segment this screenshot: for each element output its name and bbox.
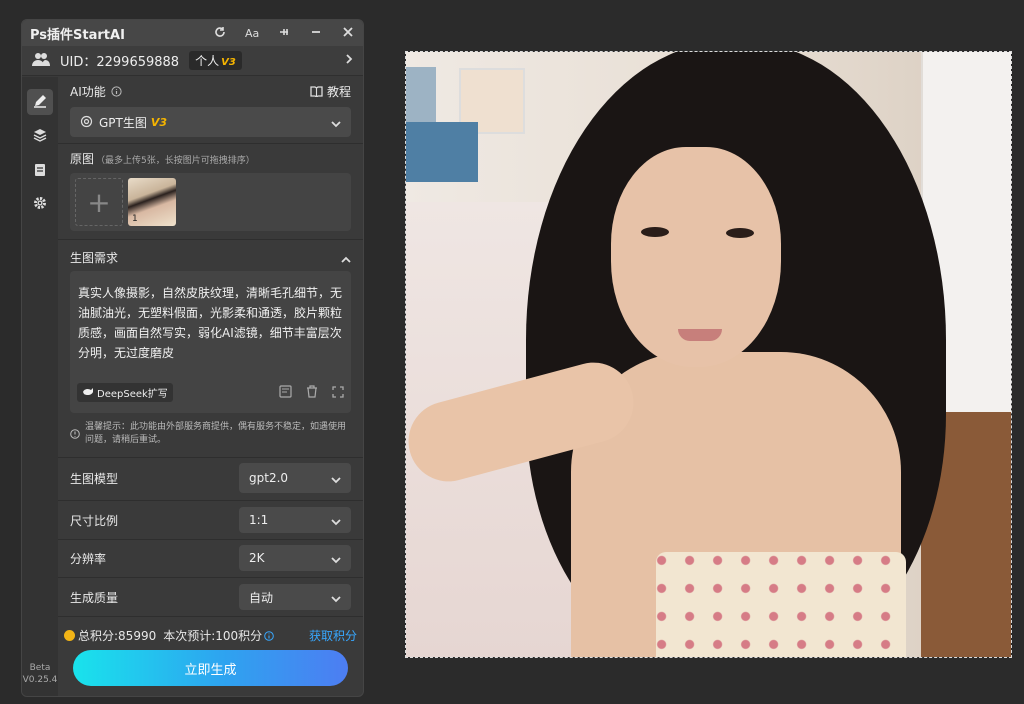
- prompt-text[interactable]: 真实人像摄影，自然皮肤纹理，清晰毛孔细节，无油腻油光，无塑料假面，光影柔和通透，…: [70, 271, 351, 383]
- thumbnail-index: 1: [132, 214, 138, 224]
- expand-icon[interactable]: [332, 383, 344, 402]
- ratio-select[interactable]: 1:1: [239, 507, 351, 533]
- resolution-value: 2K: [249, 551, 265, 565]
- quality-select[interactable]: 自动: [239, 584, 351, 610]
- beta-label: Beta: [29, 663, 51, 673]
- get-credits-link[interactable]: 获取积分: [309, 627, 357, 644]
- close-icon[interactable]: [341, 26, 355, 41]
- info-icon[interactable]: [111, 82, 122, 101]
- source-thumbnail[interactable]: 1: [128, 178, 176, 226]
- sparkle-icon: [80, 113, 93, 132]
- requirements-header[interactable]: 生图需求: [70, 249, 351, 265]
- chevron-up-icon[interactable]: [341, 248, 351, 267]
- chevron-down-icon: [331, 549, 341, 568]
- setting-row-resolution: 分辨率 2K: [70, 543, 351, 573]
- quality-value: 自动: [249, 590, 274, 605]
- version-info: Beta V0.25.4: [22, 662, 58, 686]
- prompt-actions: [279, 383, 344, 402]
- chevron-down-icon: [331, 113, 341, 132]
- ai-function-value: GPT生图: [99, 115, 147, 130]
- info-icon[interactable]: [264, 626, 274, 645]
- portrait-mouth: [678, 329, 722, 341]
- setting-label: 生成质量: [70, 590, 119, 605]
- main-area: AI功能 教程 GPT生图 V3 原图 （最多上传5张，长按图片可拖拽排序） + …: [58, 77, 363, 696]
- plan-badge: 个人 V3: [189, 51, 242, 70]
- chevron-right-icon: [345, 53, 353, 68]
- resolution-select[interactable]: 2K: [239, 545, 351, 571]
- plan-label: 个人: [195, 54, 220, 68]
- setting-label: 尺寸比例: [70, 513, 119, 528]
- estimated-credits: 本次预计:100积分: [163, 628, 263, 643]
- wall-photo: [406, 122, 478, 182]
- canvas-image: [405, 51, 1012, 658]
- coin-icon: [64, 629, 75, 641]
- model-value: gpt2.0: [249, 471, 289, 485]
- version-number: V0.25.4: [22, 675, 58, 685]
- service-notice-text: 温馨提示：此功能由外部服务商提供，偶有服务不稳定，如遇使用问题，请稍后重试。: [85, 422, 347, 445]
- ai-function-header: AI功能 教程: [70, 83, 351, 99]
- tutorial-label: 教程: [326, 84, 351, 99]
- warning-icon: [70, 424, 80, 451]
- portrait-eye: [641, 227, 669, 237]
- requirements-label: 生图需求: [70, 250, 119, 265]
- startai-plugin-panel: Ps插件StartAI Aa UID：2299659888 个人 V3 Beta…: [21, 19, 364, 697]
- prompt-toolbar: DeepSeek扩写: [70, 383, 351, 402]
- tutorial-link[interactable]: 教程: [310, 82, 351, 101]
- source-hint: （最多上传5张，长按图片可拖拽排序）: [96, 155, 255, 166]
- titlebar-controls: Aa: [213, 26, 355, 41]
- source-image-label: 原图 （最多上传5张，长按图片可拖拽排序）: [70, 150, 255, 167]
- source-image-box: + 1: [70, 173, 351, 231]
- add-image-button[interactable]: +: [75, 178, 123, 226]
- source-image-header: 原图 （最多上传5张，长按图片可拖拽排序）: [70, 150, 351, 167]
- user-uid: UID：2299659888: [60, 55, 180, 70]
- total-credits: 总积分:85990: [78, 628, 157, 643]
- trash-icon[interactable]: [306, 383, 318, 402]
- ai-function-label: AI功能: [70, 84, 106, 99]
- gear-icon: [33, 195, 47, 214]
- source-label-text: 原图: [70, 151, 95, 166]
- edit-icon: [33, 93, 47, 112]
- side-nav: Beta V0.25.4: [22, 77, 58, 696]
- layers-icon: [33, 127, 47, 146]
- ratio-value: 1:1: [249, 513, 269, 527]
- users-icon: [32, 51, 50, 70]
- panel-title: Ps插件StartAI: [30, 27, 125, 43]
- whale-icon: [82, 387, 94, 399]
- chevron-down-icon: [331, 588, 341, 607]
- plan-version: V3: [221, 57, 236, 68]
- setting-row-model: 生图模型 gpt2.0: [70, 462, 351, 494]
- template-icon[interactable]: [279, 383, 292, 402]
- setting-row-quality: 生成质量 自动: [70, 582, 351, 612]
- pin-icon[interactable]: [277, 26, 291, 41]
- ai-function-version: V3: [150, 115, 168, 129]
- panel-titlebar: Ps插件StartAI Aa: [22, 20, 363, 46]
- portrait-eye: [726, 228, 754, 238]
- font-size-icon[interactable]: Aa: [245, 27, 259, 40]
- credits-bar: 总积分:85990 本次预计:100积分 获取积分: [64, 627, 357, 643]
- deepseek-label: DeepSeek扩写: [97, 389, 168, 400]
- chevron-down-icon: [331, 511, 341, 530]
- minimize-icon[interactable]: [309, 26, 323, 41]
- refresh-icon[interactable]: [213, 26, 227, 41]
- setting-label: 分辨率: [70, 551, 107, 566]
- service-notice: 温馨提示：此功能由外部服务商提供，偶有服务不稳定，如遇使用问题，请稍后重试。: [70, 421, 351, 451]
- book-icon: [310, 82, 323, 101]
- ai-function-select[interactable]: GPT生图 V3: [70, 107, 351, 137]
- side-nav-settings[interactable]: [22, 187, 58, 221]
- portrait-dress: [656, 552, 906, 657]
- chevron-down-icon: [331, 469, 341, 488]
- setting-row-ratio: 尺寸比例 1:1: [70, 505, 351, 535]
- generate-button[interactable]: 立即生成: [73, 650, 348, 686]
- deepseek-expand-button[interactable]: DeepSeek扩写: [77, 383, 173, 402]
- user-bar[interactable]: UID：2299659888 个人 V3: [22, 46, 363, 76]
- side-nav-layers[interactable]: [22, 119, 58, 153]
- side-nav-generate[interactable]: [22, 85, 58, 119]
- clipboard-icon: [33, 161, 47, 180]
- side-nav-records[interactable]: [22, 153, 58, 187]
- setting-label: 生图模型: [70, 471, 119, 486]
- model-select[interactable]: gpt2.0: [239, 463, 351, 493]
- prompt-box[interactable]: 真实人像摄影，自然皮肤纹理，清晰毛孔细节，无油腻油光，无塑料假面，光影柔和通透，…: [70, 271, 351, 413]
